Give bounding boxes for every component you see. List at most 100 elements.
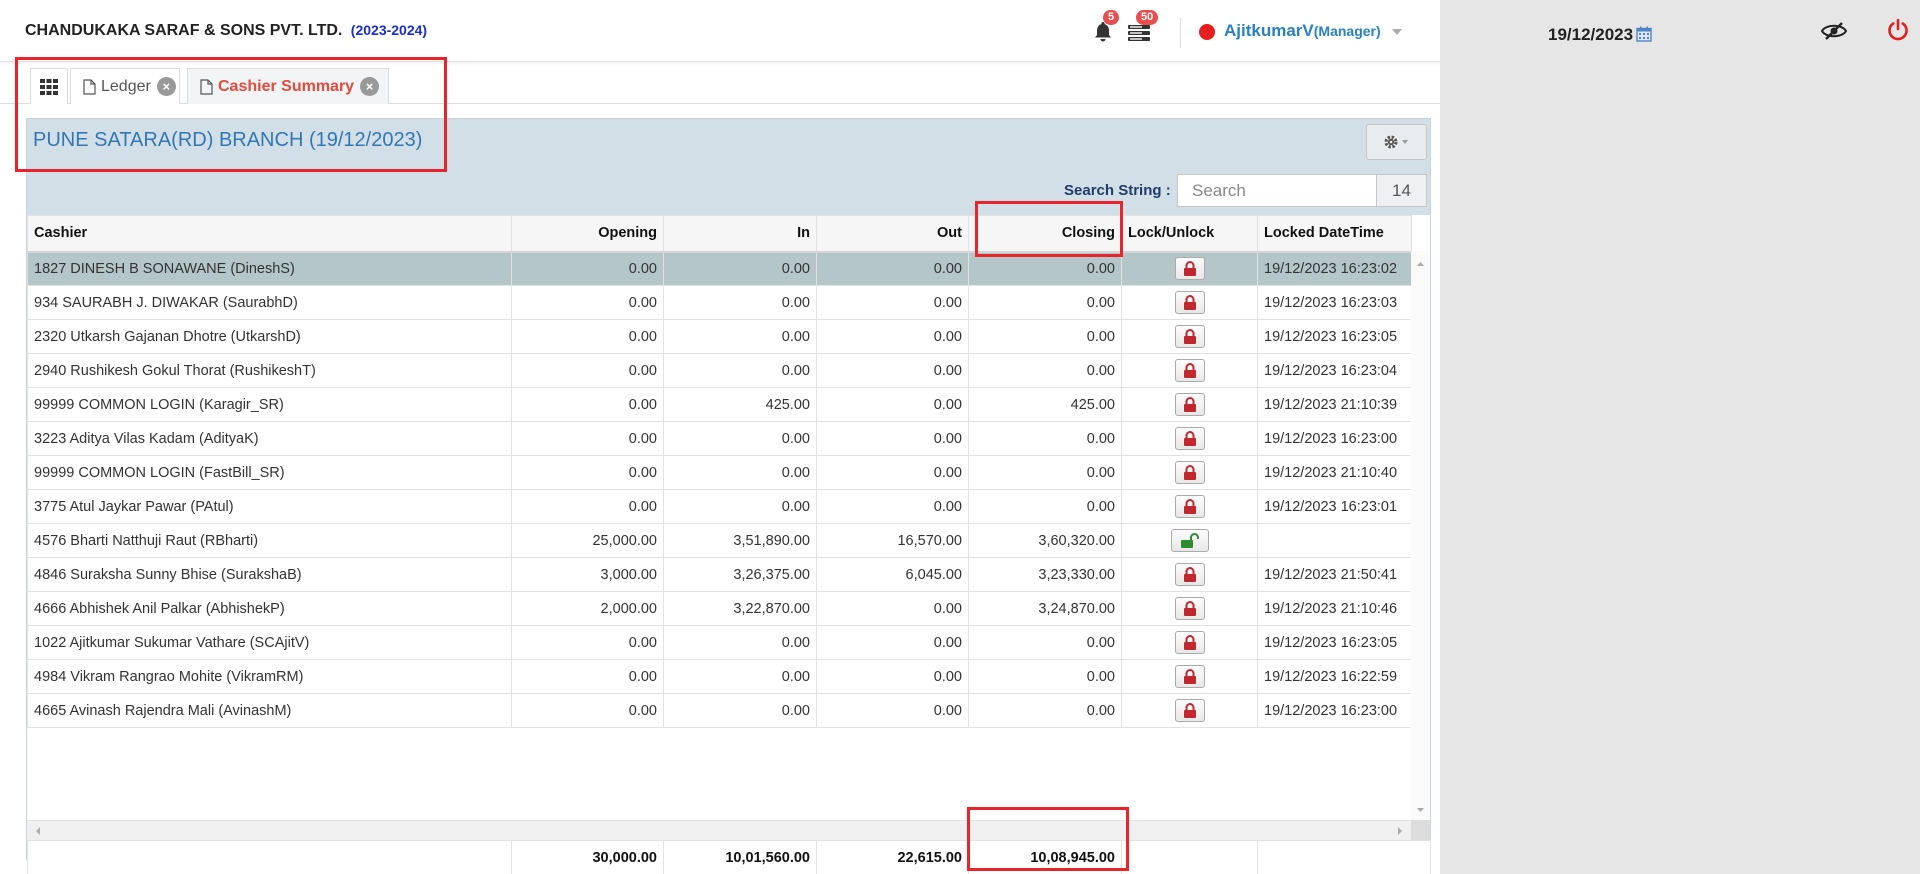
cell-out: 6,045.00 xyxy=(816,557,969,592)
lock-button[interactable] xyxy=(1174,359,1205,382)
cell-in: 0.00 xyxy=(663,251,817,286)
lock-button[interactable] xyxy=(1174,495,1205,518)
cell-opening: 0.00 xyxy=(511,353,664,388)
power-icon[interactable] xyxy=(1886,18,1910,42)
tab-apps-grid[interactable] xyxy=(30,68,68,104)
lock-button[interactable] xyxy=(1174,631,1205,654)
cell-in: 0.00 xyxy=(663,659,817,694)
lock-button[interactable] xyxy=(1174,699,1205,722)
lock-button[interactable] xyxy=(1174,597,1205,620)
table-row[interactable]: 4846 Suraksha Sunny Bhise (SurakshaB) 3,0… xyxy=(27,557,1412,592)
gear-icon xyxy=(1384,135,1408,149)
cell-in: 0.00 xyxy=(663,421,817,456)
cell-out: 0.00 xyxy=(816,659,969,694)
close-icon[interactable]: × xyxy=(156,77,176,96)
cell-lock xyxy=(1121,387,1258,422)
notifications-button[interactable]: 5 xyxy=(1091,10,1120,44)
chevron-down-icon[interactable] xyxy=(1392,29,1402,35)
lock-button[interactable] xyxy=(1174,393,1205,416)
lock-button[interactable] xyxy=(1174,665,1205,688)
lock-icon xyxy=(1183,567,1196,582)
table-row[interactable]: 1827 DINESH B SONAWANE (DineshS) 0.00 0.00… xyxy=(27,251,1412,286)
table-row[interactable]: 4665 Avinash Rajendra Mali (AvinashM) 0.0… xyxy=(27,693,1412,728)
cell-closing: 0.00 xyxy=(968,659,1122,694)
cell-cashier: 4984 Vikram Rangrao Mohite (VikramRM) xyxy=(27,659,512,694)
column-header-closing[interactable]: Closing xyxy=(968,215,1122,253)
cell-opening: 0.00 xyxy=(511,693,664,728)
cell-lock xyxy=(1121,319,1258,354)
table-row[interactable]: 4666 Abhishek Anil Palkar (AbhishekP) 2,0… xyxy=(27,591,1412,626)
eye-slash-icon[interactable] xyxy=(1820,20,1848,42)
tab-cashier-summary[interactable]: Cashier Summary × xyxy=(187,68,389,104)
cell-out: 16,570.00 xyxy=(816,523,969,558)
column-header-locked-datetime[interactable]: Locked DateTime xyxy=(1257,215,1412,253)
vertical-scrollbar[interactable] xyxy=(1411,251,1430,823)
cell-out: 0.00 xyxy=(816,591,969,626)
cell-closing: 3,24,870.00 xyxy=(968,591,1122,626)
column-header-in[interactable]: In xyxy=(663,215,817,253)
table-row[interactable]: 99999 COMMON LOGIN (Karagir_SR) 0.00 425.0… xyxy=(27,387,1412,422)
cell-lock xyxy=(1121,455,1258,490)
column-header-out[interactable]: Out xyxy=(816,215,969,253)
calendar-icon[interactable] xyxy=(1636,26,1652,42)
cell-cashier: 1827 DINESH B SONAWANE (DineshS) xyxy=(27,251,512,286)
cell-lock xyxy=(1121,251,1258,286)
cell-closing: 0.00 xyxy=(968,251,1122,286)
lock-button[interactable] xyxy=(1174,427,1205,450)
cell-lock xyxy=(1121,421,1258,456)
scroll-down-icon[interactable] xyxy=(1411,803,1430,817)
column-header-opening[interactable]: Opening xyxy=(511,215,664,253)
cashier-grid: Cashier Opening In Out Closing Lock/Unlo… xyxy=(27,215,1431,874)
scroll-left-icon[interactable] xyxy=(31,821,45,841)
tab-ledger[interactable]: Ledger × xyxy=(70,68,180,104)
cell-lock xyxy=(1121,557,1258,592)
cell-locked-datetime: 19/12/2023 16:23:04 xyxy=(1257,353,1412,388)
lock-button[interactable] xyxy=(1174,257,1205,281)
column-header-lock-unlock[interactable]: Lock/Unlock xyxy=(1121,215,1258,253)
table-row[interactable]: 4576 Bharti Natthuji Raut (RBharti) 25,00… xyxy=(27,523,1412,558)
cell-in: 0.00 xyxy=(663,285,817,320)
cell-opening: 0.00 xyxy=(511,659,664,694)
close-icon[interactable]: × xyxy=(360,77,380,96)
scroll-up-icon[interactable] xyxy=(1411,257,1430,271)
cell-opening: 3,000.00 xyxy=(511,557,664,592)
lock-button[interactable] xyxy=(1174,291,1205,314)
totals-datetime-cell xyxy=(1257,840,1431,874)
settings-button[interactable] xyxy=(1366,124,1427,160)
lock-button[interactable] xyxy=(1174,461,1205,484)
cashier-table: Cashier Opening In Out Closing Lock/Unlo… xyxy=(27,215,1412,728)
table-row[interactable]: 4984 Vikram Rangrao Mohite (VikramRM) 0.0… xyxy=(27,659,1412,694)
cell-opening: 0.00 xyxy=(511,421,664,456)
table-row[interactable]: 3775 Atul Jaykar Pawar (PAtul) 0.00 0.00 0.… xyxy=(27,489,1412,524)
tab-cashier-summary-label: Cashier Summary xyxy=(218,77,355,95)
cell-cashier: 1022 Ajitkumar Sukumar Vathare (SCAjitV) xyxy=(27,625,512,660)
column-header-cashier[interactable]: Cashier xyxy=(27,215,512,253)
cell-opening: 0.00 xyxy=(511,625,664,660)
total-closing: 10,08,945.00 xyxy=(968,840,1122,874)
branch-title: PUNE SATARA(RD) BRANCH (19/12/2023) xyxy=(33,129,423,151)
table-row[interactable]: 2940 Rushikesh Gokul Thorat (RushikeshT)… xyxy=(27,353,1412,388)
messages-button[interactable]: 50 xyxy=(1127,10,1159,44)
horizontal-scrollbar[interactable] xyxy=(27,820,1411,840)
table-row[interactable]: 99999 COMMON LOGIN (FastBill_SR) 0.00 0.00… xyxy=(27,455,1412,490)
document-icon xyxy=(200,78,213,95)
company-name: CHANDUKAKA SARAF & SONS PVT. LTD. (2023-… xyxy=(25,22,427,40)
current-date[interactable]: 19/12/2023 xyxy=(1548,25,1633,45)
cell-closing: 0.00 xyxy=(968,421,1122,456)
cell-out: 0.00 xyxy=(816,251,969,286)
table-row[interactable]: 2320 Utkarsh Gajanan Dhotre (UtkarshD) 0.… xyxy=(27,319,1412,354)
cell-locked-datetime: 19/12/2023 16:23:05 xyxy=(1257,319,1412,354)
table-row[interactable]: 934 SAURABH J. DIWAKAR (SaurabhD) 0.00 0.0… xyxy=(27,285,1412,320)
user-menu[interactable]: AjitkumarV(Manager) xyxy=(1224,21,1381,41)
cell-locked-datetime: 19/12/2023 16:23:03 xyxy=(1257,285,1412,320)
unlock-button[interactable] xyxy=(1170,529,1209,552)
lock-button[interactable] xyxy=(1174,563,1205,586)
search-input[interactable] xyxy=(1177,174,1377,207)
total-opening: 30,000.00 xyxy=(511,840,664,874)
scroll-right-icon[interactable] xyxy=(1393,821,1407,841)
table-row[interactable]: 3223 Aditya Vilas Kadam (AdityaK) 0.00 0.0… xyxy=(27,421,1412,456)
table-row[interactable]: 1022 Ajitkumar Sukumar Vathare (SCAjitV)… xyxy=(27,625,1412,660)
cell-locked-datetime xyxy=(1257,523,1412,558)
lock-button[interactable] xyxy=(1174,325,1205,348)
cell-lock xyxy=(1121,659,1258,694)
